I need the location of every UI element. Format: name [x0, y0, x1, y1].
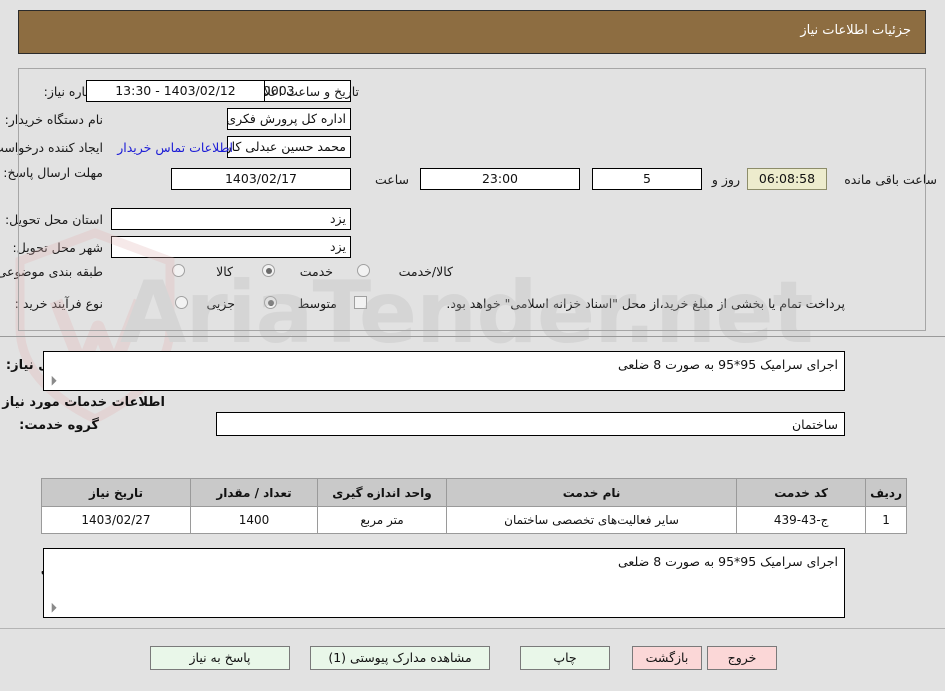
- section-divider: [0, 336, 945, 337]
- col-need-date: تاریخ نیاز: [41, 478, 191, 507]
- buyer-contact-link[interactable]: اطلاعات تماس خریدار: [117, 140, 233, 155]
- need-summary-value: اجرای سرامیک 95*95 به صورت 8 ضلعی: [43, 351, 845, 391]
- col-service-code: کد خدمت: [736, 478, 867, 507]
- service-group-value: ساختمان: [216, 412, 845, 436]
- buyer-notes-value: اجرای سرامیک 95*95 به صورت 8 ضلعی: [43, 548, 845, 618]
- need-info-panel: [18, 68, 926, 331]
- services-section-title: اطلاعات خدمات مورد نیاز: [2, 395, 165, 410]
- cell-row-no: 1: [865, 506, 907, 534]
- page-root: AriaTender.net جزئیات اطلاعات نیاز شماره…: [0, 0, 945, 691]
- services-table: ردیف کد خدمت نام خدمت واحد اندازه گیری ت…: [41, 478, 907, 534]
- table-header-row: ردیف کد خدمت نام خدمت واحد اندازه گیری ت…: [41, 478, 907, 507]
- exit-button[interactable]: خروج: [707, 646, 777, 670]
- view-attachments-button[interactable]: مشاهده مدارک پیوستی (1): [310, 646, 490, 670]
- cell-need-date: 1403/02/27: [41, 506, 191, 534]
- cell-unit: متر مربع: [317, 506, 447, 534]
- table-row: 1 ج-43-439 سایر فعالیت‌های تخصصی ساختمان…: [41, 506, 907, 534]
- respond-to-need-button[interactable]: پاسخ به نیاز: [150, 646, 290, 670]
- cell-service-name: سایر فعالیت‌های تخصصی ساختمان: [445, 506, 738, 534]
- service-group-label: گروه خدمت:: [19, 418, 99, 433]
- cell-service-code: ج-43-439: [736, 506, 867, 534]
- col-service-name: نام خدمت: [445, 478, 738, 507]
- back-button[interactable]: بازگشت: [632, 646, 702, 670]
- footer-divider: [0, 628, 945, 629]
- page-title: جزئیات اطلاعات نیاز: [800, 23, 911, 38]
- col-unit: واحد اندازه گیری: [317, 478, 447, 507]
- cell-quantity: 1400: [190, 506, 318, 534]
- print-button[interactable]: چاپ: [520, 646, 610, 670]
- col-quantity: تعداد / مقدار: [190, 478, 318, 507]
- action-button-bar: پاسخ به نیاز مشاهده مدارک پیوستی (1) چاپ…: [0, 641, 945, 675]
- window-title-bar: جزئیات اطلاعات نیاز: [18, 10, 926, 54]
- col-row-no: ردیف: [865, 478, 907, 507]
